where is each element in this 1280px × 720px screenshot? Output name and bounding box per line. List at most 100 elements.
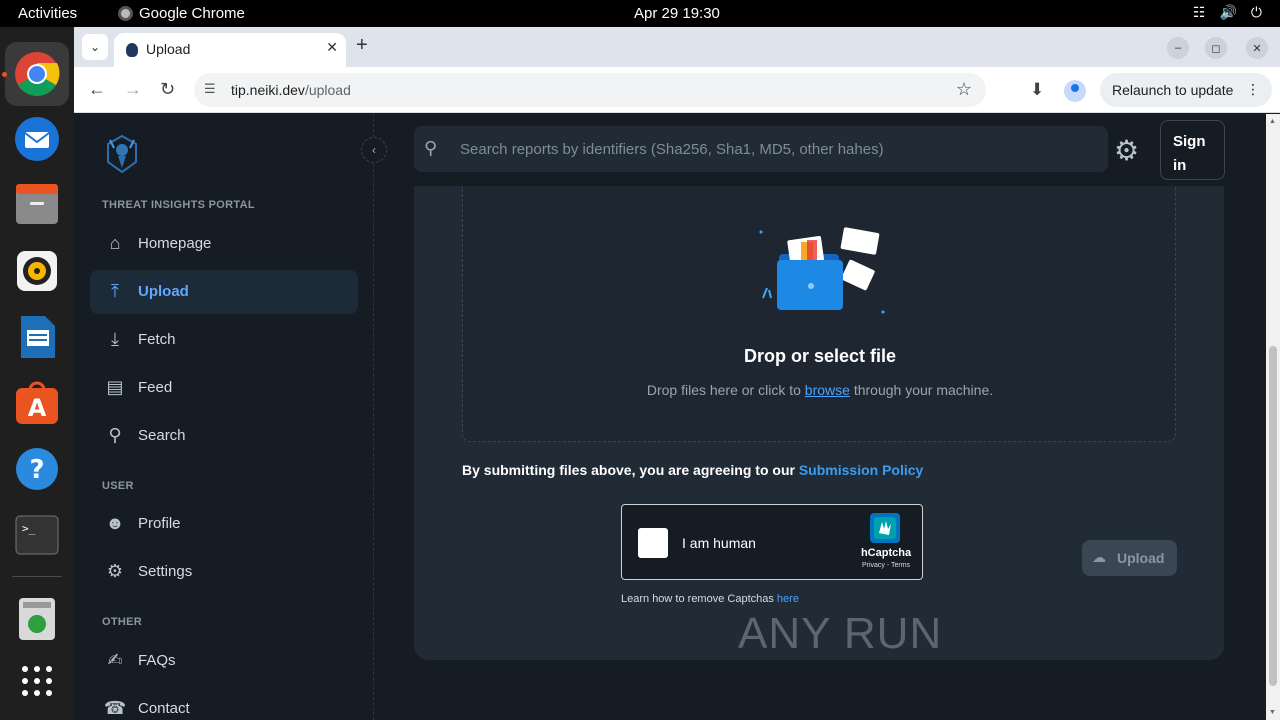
web-page: ‹ THREAT INSIGHTS PORTAL ⌂ Homepage ⤒ Up…	[74, 114, 1280, 720]
nav-item-contact[interactable]: ☎ Contact	[90, 687, 358, 720]
report-search-bar[interactable]: ⚲	[414, 126, 1108, 172]
app-center-icon[interactable]: A	[5, 371, 69, 435]
sign-in-button[interactable]: Sign in	[1160, 120, 1225, 180]
bookmark-star-icon[interactable]: ☆	[956, 79, 972, 100]
hcaptcha-logo-icon	[870, 513, 900, 543]
back-button[interactable]: ←	[88, 79, 106, 100]
svg-text:?: ?	[29, 455, 44, 485]
relaunch-update-button[interactable]: Relaunch to update ⋮	[1100, 73, 1272, 107]
submission-policy-notice: By submitting files above, you are agree…	[462, 462, 924, 478]
svg-text:A: A	[28, 394, 47, 422]
running-indicator	[2, 72, 7, 77]
upload-card: Drop or select file Drop files here or c…	[414, 186, 1224, 660]
browser-toolbar: ← → ↻ ☰ tip.neiki.dev/upload ☆ ⬇ Relaunc…	[74, 67, 1280, 113]
nav-item-homepage[interactable]: ⌂ Homepage	[90, 222, 358, 266]
show-apps-icon[interactable]	[5, 649, 69, 713]
reload-button[interactable]: ↻	[160, 79, 175, 100]
profile-icon: ☻	[105, 513, 125, 533]
folder-files-illustration	[759, 227, 885, 314]
sidebar: ‹ THREAT INSIGHTS PORTAL ⌂ Homepage ⤒ Up…	[74, 114, 387, 720]
writer-icon[interactable]	[5, 305, 69, 369]
download-icon[interactable]: ⬇	[1030, 80, 1044, 100]
hcaptcha-widget: I am human hCaptcha Privacy - Terms	[621, 504, 923, 580]
help-icon[interactable]: ?	[5, 437, 69, 501]
profile-avatar[interactable]	[1064, 80, 1086, 102]
close-window-button[interactable]: ✕	[1246, 37, 1268, 59]
volume-icon: 🔊	[1219, 4, 1237, 20]
minimize-button[interactable]: –	[1167, 37, 1189, 59]
nav-item-feed[interactable]: ▤ Feed	[90, 366, 358, 410]
clock[interactable]: Apr 29 19:30	[634, 5, 720, 22]
search-icon: ⚲	[108, 425, 122, 445]
app-name: Google Chrome	[139, 5, 245, 22]
file-dropzone[interactable]: Drop or select file Drop files here or c…	[462, 186, 1176, 442]
dock-separator	[12, 576, 62, 577]
app-menu[interactable]: Google Chrome	[118, 5, 245, 22]
report-search-input[interactable]	[460, 136, 1090, 162]
captcha-label: I am human	[682, 535, 756, 551]
hcaptcha-brand: hCaptcha	[860, 547, 912, 559]
maximize-button[interactable]: ◻	[1205, 37, 1227, 59]
thunderbird-icon[interactable]	[5, 107, 69, 171]
address-bar[interactable]: ☰ tip.neiki.dev/upload ☆	[194, 73, 986, 107]
upload-button[interactable]: ☁ Upload	[1082, 540, 1177, 576]
system-tray[interactable]: ☷ 🔊 ⏻	[1193, 4, 1262, 21]
settings-gear-icon[interactable]: ⚙	[1114, 134, 1139, 167]
section-title-portal: THREAT INSIGHTS PORTAL	[102, 199, 255, 211]
submission-policy-link[interactable]: Submission Policy	[799, 462, 923, 478]
system-top-bar: Activities Google Chrome Apr 29 19:30 ☷ …	[0, 0, 1280, 27]
tab-upload[interactable]: Upload ✕	[114, 33, 346, 67]
scroll-down-icon[interactable]: ▼	[1269, 709, 1276, 716]
drop-subtitle: Drop files here or click to browse throu…	[646, 382, 994, 398]
browse-link[interactable]: browse	[805, 382, 850, 398]
faq-icon: ✍	[107, 650, 123, 670]
dock: A ? >_	[0, 27, 74, 720]
fetch-download-icon: ⤓	[111, 329, 119, 349]
home-icon: ⌂	[109, 233, 121, 253]
section-title-user: USER	[102, 480, 134, 492]
neiki-logo[interactable]	[104, 134, 140, 174]
chrome-mini-icon	[118, 6, 133, 21]
nav-item-search[interactable]: ⚲ Search	[90, 414, 358, 458]
tab-search-button[interactable]: ⌄	[82, 34, 108, 60]
anyrun-watermark: ANY RUN	[738, 609, 943, 658]
power-icon: ⏻	[1250, 4, 1262, 20]
more-menu-icon[interactable]: ⋮	[1246, 81, 1260, 98]
rhythmbox-icon[interactable]	[5, 239, 69, 303]
drop-title: Drop or select file	[743, 346, 897, 366]
browser-window: ⌄ Upload ✕ + – ◻ ✕ ← → ↻ ☰ tip.neiki.dev…	[74, 27, 1280, 720]
hcaptcha-privacy-terms[interactable]: Privacy - Terms	[850, 562, 922, 569]
site-favicon-icon	[126, 43, 138, 57]
nav-item-fetch[interactable]: ⤓ Fetch	[90, 318, 358, 362]
nav-item-profile[interactable]: ☻ Profile	[90, 502, 358, 546]
forward-button[interactable]: →	[124, 79, 142, 100]
site-info-icon[interactable]: ☰	[204, 81, 216, 97]
section-title-other: OTHER	[102, 616, 142, 628]
new-tab-button[interactable]: +	[356, 34, 368, 57]
svg-text:>_: >_	[22, 522, 36, 535]
nav-item-upload[interactable]: ⤒ Upload	[90, 270, 358, 314]
search-icon: ⚲	[424, 138, 438, 158]
terminal-icon[interactable]: >_	[5, 503, 69, 567]
nav-item-settings[interactable]: ⚙ Settings	[90, 550, 358, 594]
upload-icon: ⤒	[111, 281, 119, 301]
nav-item-faqs[interactable]: ✍ FAQs	[90, 639, 358, 683]
tab-title: Upload	[146, 41, 191, 57]
feed-icon: ▤	[106, 377, 124, 397]
network-icon: ☷	[1192, 4, 1206, 20]
activities-button[interactable]: Activities	[18, 5, 77, 22]
captcha-help-text: Learn how to remove Captchas here	[621, 593, 799, 605]
close-tab-icon[interactable]: ✕	[326, 39, 338, 56]
chrome-icon[interactable]	[5, 42, 69, 106]
files-icon[interactable]	[5, 173, 69, 237]
captcha-help-link[interactable]: here	[777, 593, 799, 605]
page-scrollbar[interactable]: ▲ ▼	[1266, 114, 1280, 720]
trash-icon[interactable]	[5, 587, 69, 651]
scroll-up-icon[interactable]: ▲	[1269, 118, 1276, 125]
cloud-upload-icon: ☁	[1092, 549, 1106, 565]
scrollbar-thumb[interactable]	[1269, 346, 1277, 686]
settings-gear-icon: ⚙	[106, 561, 124, 581]
tab-strip: ⌄ Upload ✕ + – ◻ ✕	[74, 27, 1280, 67]
url-text: tip.neiki.dev/upload	[231, 82, 351, 98]
captcha-checkbox[interactable]	[638, 528, 668, 558]
